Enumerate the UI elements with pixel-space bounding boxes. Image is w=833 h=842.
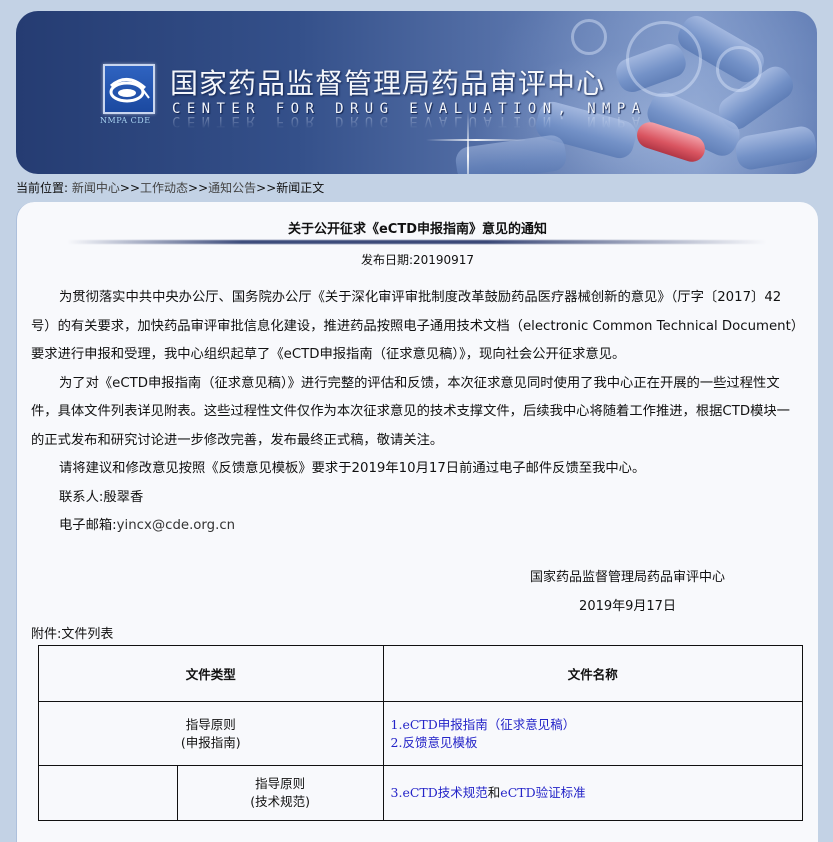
file-number: 3. [390,785,403,800]
email-label: 电子邮箱: [59,518,117,533]
signature-org: 国家药品监督管理局药品审评中心 [529,570,725,585]
breadcrumb-work-news[interactable]: 工作动态 [140,181,188,195]
header-file-name: 文件名称 [382,645,804,702]
publish-date-label: 发布日期: [360,253,413,267]
file-type-line2: (申报指南) [180,734,241,750]
file-list-table: 文件类型 文件名称 指导原则 (申报指南) 1.eCTD申报指南（征求意见稿） … [38,645,804,821]
email-value: yincx@cde.org.cn [116,518,236,533]
paragraph: 为贯彻落实中共中央办公厅、国务院办公厅《关于深化审评审批制度改革鼓励药品医疗器械… [31,290,798,362]
banner-title-en-reflection: CENTER FOR DRUG EVALUATION, NMPA [172,113,647,129]
file-label: eCTD技术规范 [402,785,488,800]
gear-decoration [571,19,607,55]
file-type-group-cell [38,765,178,821]
contact-name: 殷翠香 [103,489,144,505]
file-type-cell: 指导原则 (技术规范) [176,765,384,821]
file-type-line2: (技术规范) [250,794,311,809]
banner-title-cn: 国家药品监督管理局药品审评中心 [170,67,606,100]
gear-decoration [626,21,702,97]
publish-date-value: 20190917 [412,253,475,267]
header-file-type: 文件类型 [38,645,384,702]
title-divider [67,240,767,244]
article-panel: 关于公开征求《eCTD申报指南》意见的通知 发布日期:20190917 为贯彻落… [16,202,818,842]
paragraph: 请将建议和修改意见按照《反馈意见模板》要求于2019年10月17日前通过电子邮件… [59,461,646,476]
file-link-tech-spec[interactable]: 3.eCTD技术规范 [391,785,488,800]
breadcrumb-prefix: 当前位置: [16,181,69,195]
pill-decoration [733,124,817,172]
breadcrumb-separator: >> [256,181,277,195]
file-type-line1: 指导原则 [185,716,236,732]
table-row: 指导原则 (技术规范) 3.eCTD技术规范和eCTD验证标准 [38,765,804,821]
breadcrumb: 当前位置: 新闻中心>>工作动态>>通知公告>>新闻正文 [16,179,324,196]
file-number: 1. [390,716,403,732]
file-link-ectd-guide[interactable]: 1.eCTD申报指南（征求意见稿） [391,717,576,732]
breadcrumb-news-center[interactable]: 新闻中心 [72,181,120,195]
file-label: eCTD申报指南（征求意见稿） [402,716,576,732]
breadcrumb-notices[interactable]: 通知公告 [208,181,256,195]
breadcrumb-current: 新闻正文 [276,181,325,195]
contact-label: 联系人: [59,489,104,505]
table-row: 指导原则 (申报指南) 1.eCTD申报指南（征求意见稿） 2.反馈意见模板 [38,701,804,766]
publish-date: 发布日期:20190917 [17,251,818,268]
file-label: 反馈意见模板 [402,734,478,750]
article-body: 为贯彻落实中共中央办公厅、国务院办公厅《关于深化审评审批制度改革鼓励药品医疗器械… [31,284,801,541]
light-flare [426,139,526,141]
file-name-cell: 1.eCTD申报指南（征求意见稿） 2.反馈意见模板 [382,701,804,766]
cde-logo[interactable] [103,64,155,114]
gear-decoration [716,46,762,92]
logo-emblem-icon [109,78,150,103]
file-link-validation-criteria[interactable]: eCTD验证标准 [500,785,585,800]
file-number: 2. [390,734,403,750]
attachment-label: 附件:文件列表 [31,627,114,642]
article-title: 关于公开征求《eCTD申报指南》意见的通知 [287,222,548,237]
file-joiner: 和 [487,785,501,800]
file-name-cell: 3.eCTD技术规范和eCTD验证标准 [382,765,804,821]
paragraph: 为了对《eCTD申报指南（征求意见稿）》进行完整的评估和反馈，本次征求意见同时使… [31,375,790,448]
email-line: 电子邮箱:yincx@cde.org.cn [31,512,801,541]
contact-line: 联系人:殷翠香 [31,484,801,513]
table-header-row: 文件类型 文件名称 [38,645,804,702]
file-link-feedback-template[interactable]: 2.反馈意见模板 [391,735,478,750]
file-type-cell: 指导原则 (申报指南) [38,701,384,766]
signature-date: 2019年9月17日 [579,599,676,614]
breadcrumb-separator: >> [119,181,140,195]
file-type-line1: 指导原则 [255,776,306,791]
breadcrumb-separator: >> [188,181,209,195]
logo-caption: NMPA CDE [100,116,151,125]
